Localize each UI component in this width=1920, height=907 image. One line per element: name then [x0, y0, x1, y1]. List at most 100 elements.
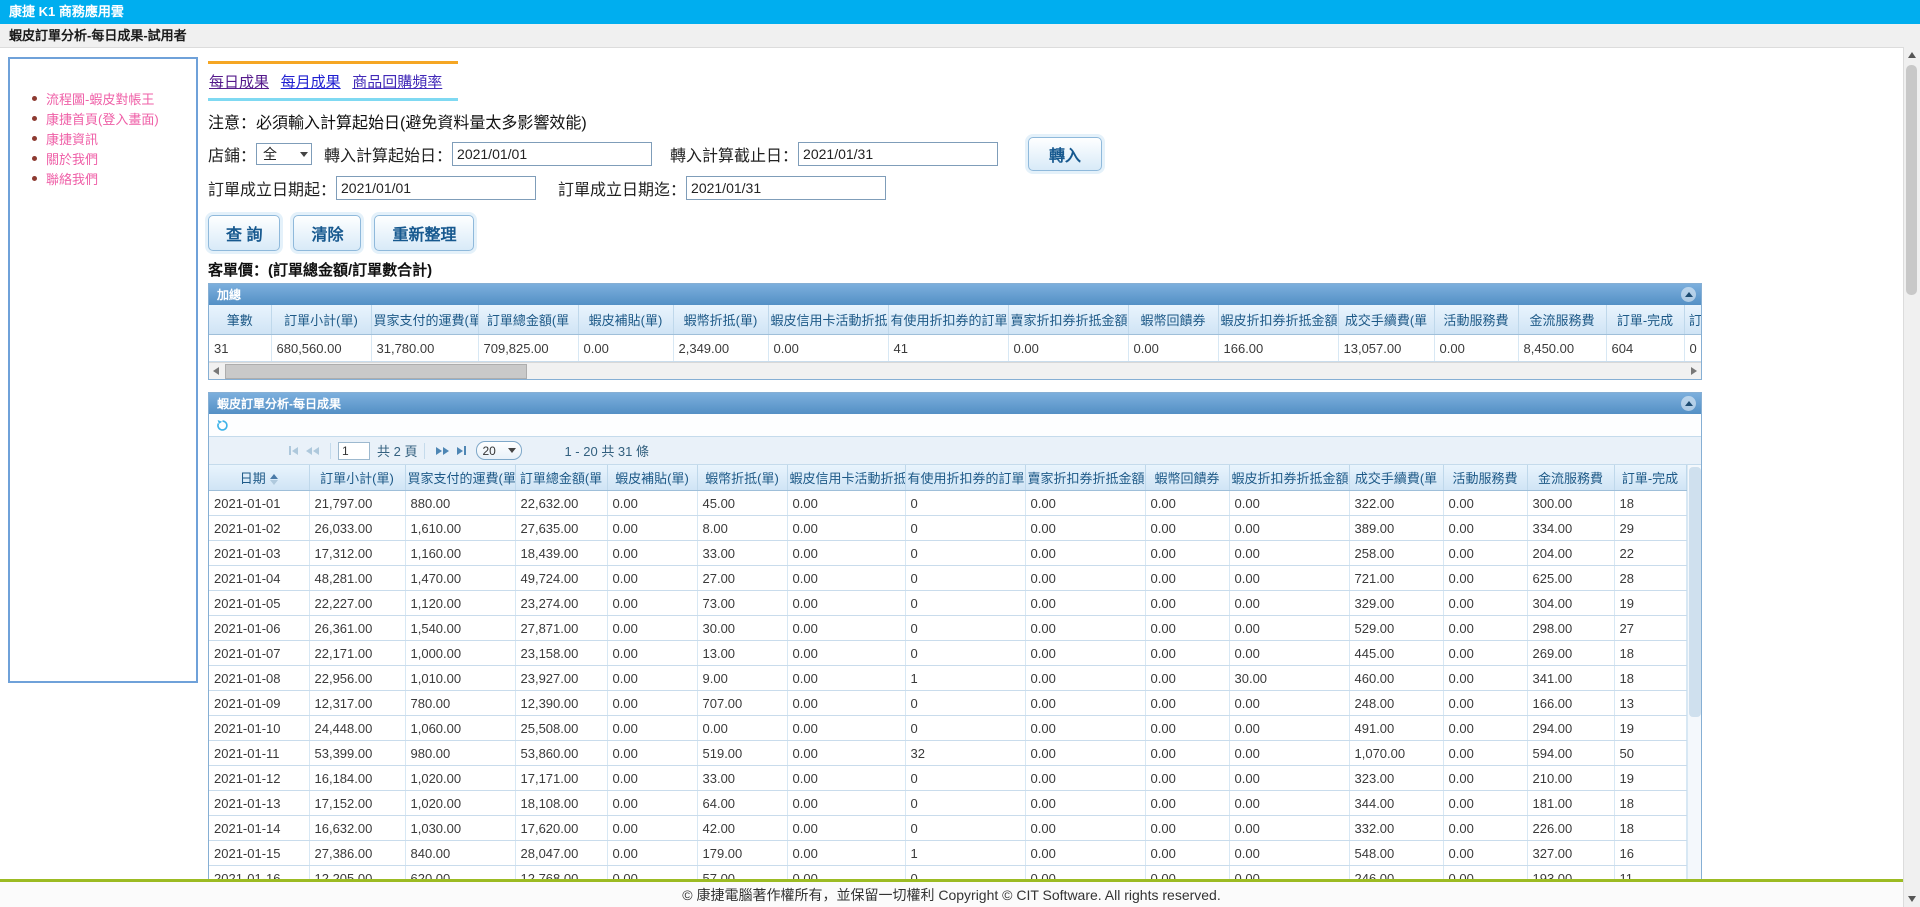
scrollbar-thumb[interactable]: [1689, 467, 1701, 717]
cell: 0: [905, 716, 1025, 741]
column-header[interactable]: 有使用折扣券的訂單數: [905, 465, 1025, 491]
column-header[interactable]: 蝦皮信用卡活動折抵(單: [787, 465, 905, 491]
sidebar-item-flowchart[interactable]: 流程圖-蝦皮對帳王: [10, 88, 196, 108]
cell: 0.00: [1145, 716, 1229, 741]
table-row[interactable]: 2021-01-1416,632.001,030.0017,620.000.00…: [209, 816, 1686, 841]
column-header[interactable]: 活動服務費: [1434, 305, 1518, 335]
order-start-input[interactable]: [336, 176, 536, 200]
scroll-right-icon[interactable]: [1691, 367, 1697, 375]
clear-button[interactable]: 清除: [293, 215, 361, 251]
sidebar-item-info[interactable]: 康捷資訊: [10, 128, 196, 148]
sidebar-item-home[interactable]: 康捷首頁(登入畫面): [10, 108, 196, 128]
cell: 0.00: [1443, 566, 1527, 591]
scroll-up-icon[interactable]: [1908, 52, 1916, 58]
cell: 0.00: [1229, 741, 1349, 766]
page-size-select[interactable]: 20: [476, 441, 522, 460]
column-header[interactable]: 買家支付的運費(單: [405, 465, 515, 491]
cell: 0.00: [787, 541, 905, 566]
import-start-input[interactable]: [452, 142, 652, 166]
table-row[interactable]: 2021-01-0626,361.001,540.0027,871.000.00…: [209, 616, 1686, 641]
table-row[interactable]: 2021-01-0121,797.00880.0022,632.000.0045…: [209, 491, 1686, 516]
table-row[interactable]: 2021-01-1024,448.001,060.0025,508.000.00…: [209, 716, 1686, 741]
cell: 0.00: [1025, 641, 1145, 666]
next-page-button[interactable]: [436, 447, 449, 455]
column-header[interactable]: 賣家折扣券折抵金額(單: [1025, 465, 1145, 491]
scrollbar-thumb[interactable]: [1906, 65, 1917, 295]
column-header[interactable]: 成交手續費(單: [1338, 305, 1434, 335]
cell: 329.00: [1349, 591, 1443, 616]
query-button[interactable]: 查 詢: [208, 215, 280, 251]
table-row[interactable]: 31680,560.0031,780.00709,825.000.002,349…: [209, 335, 1701, 362]
order-end-input[interactable]: [686, 176, 886, 200]
scrollbar-thumb[interactable]: [225, 364, 527, 379]
collapse-button[interactable]: [1681, 396, 1696, 411]
column-header[interactable]: 蝦幣折抵(單): [697, 465, 787, 491]
page-number-input[interactable]: [338, 442, 370, 460]
column-header[interactable]: 金流服務費: [1518, 305, 1606, 335]
page-scrollbar[interactable]: [1903, 47, 1920, 907]
collapse-button[interactable]: [1681, 287, 1696, 302]
column-header[interactable]: 蝦皮信用卡活動折抵(單: [768, 305, 888, 335]
horizontal-scrollbar[interactable]: [209, 362, 1701, 379]
import-end-input[interactable]: [798, 142, 998, 166]
import-button[interactable]: 轉入: [1028, 137, 1102, 171]
last-page-button[interactable]: [457, 446, 466, 455]
cell: 1,470.00: [405, 566, 515, 591]
column-header[interactable]: 蝦皮補貼(單): [607, 465, 697, 491]
cell: 25,508.00: [515, 716, 607, 741]
column-header[interactable]: 筆數: [209, 305, 271, 335]
column-header[interactable]: 成交手續費(單: [1349, 465, 1443, 491]
shop-select[interactable]: 全: [256, 143, 312, 165]
table-row[interactable]: 2021-01-0912,317.00780.0012,390.000.0070…: [209, 691, 1686, 716]
table-row[interactable]: 2021-01-1317,152.001,020.0018,108.000.00…: [209, 791, 1686, 816]
table-row[interactable]: 2021-01-0822,956.001,010.0023,927.000.00…: [209, 666, 1686, 691]
cell: 0: [905, 516, 1025, 541]
table-row[interactable]: 2021-01-0226,033.001,610.0027,635.000.00…: [209, 516, 1686, 541]
column-header[interactable]: 賣家折扣券折抵金額(單: [1008, 305, 1128, 335]
prev-page-button[interactable]: [306, 447, 319, 455]
column-header[interactable]: 蝦皮折扣券折抵金額(單: [1218, 305, 1338, 335]
column-header[interactable]: 蝦皮補貼(單): [578, 305, 673, 335]
column-header[interactable]: 訂單總金額(單: [478, 305, 578, 335]
column-header[interactable]: 訂單小計(單): [271, 305, 371, 335]
column-header[interactable]: 蝦幣回饋券: [1145, 465, 1229, 491]
column-header[interactable]: 訂單總金額(單: [515, 465, 607, 491]
vertical-scrollbar[interactable]: [1687, 465, 1702, 891]
table-row[interactable]: 2021-01-0317,312.001,160.0018,439.000.00…: [209, 541, 1686, 566]
tab-monthly-results[interactable]: 每月成果: [281, 74, 341, 91]
table-row[interactable]: 2021-01-0722,171.001,000.0023,158.000.00…: [209, 641, 1686, 666]
first-page-button[interactable]: [289, 446, 298, 455]
column-header[interactable]: 蝦幣回饋券: [1128, 305, 1218, 335]
column-header[interactable]: 訂單-完成: [1614, 465, 1686, 491]
table-row[interactable]: 2021-01-0522,227.001,120.0023,274.000.00…: [209, 591, 1686, 616]
scroll-down-icon[interactable]: [1908, 896, 1916, 902]
column-header[interactable]: 訂單-: [1684, 305, 1701, 335]
cell: 0.00: [1443, 691, 1527, 716]
column-header[interactable]: 訂單-完成: [1606, 305, 1684, 335]
cell: 389.00: [1349, 516, 1443, 541]
reload-button[interactable]: 重新整理: [374, 215, 474, 251]
footer: © 康捷電腦著作權所有，並保留一切權利 Copyright © CIT Soft…: [0, 879, 1903, 907]
table-row[interactable]: 2021-01-1153,399.00980.0053,860.000.0051…: [209, 741, 1686, 766]
scroll-left-icon[interactable]: [213, 367, 219, 375]
column-header[interactable]: 訂單小計(單): [309, 465, 405, 491]
cell: 2,349.00: [673, 335, 768, 362]
tab-repurchase-frequency[interactable]: 商品回購頻率: [352, 74, 442, 91]
column-header[interactable]: 有使用折扣券的訂單數: [888, 305, 1008, 335]
table-row[interactable]: 2021-01-1216,184.001,020.0017,171.000.00…: [209, 766, 1686, 791]
cell: 28: [1614, 566, 1686, 591]
sidebar-item-about[interactable]: 關於我們: [10, 148, 196, 168]
table-row[interactable]: 2021-01-1527,386.00840.0028,047.000.0017…: [209, 841, 1686, 866]
table-row[interactable]: 2021-01-0448,281.001,470.0049,724.000.00…: [209, 566, 1686, 591]
cell: 1,160.00: [405, 541, 515, 566]
column-header[interactable]: 活動服務費: [1443, 465, 1527, 491]
column-header[interactable]: 蝦幣折抵(單): [673, 305, 768, 335]
refresh-icon[interactable]: [216, 419, 229, 432]
sidebar-item-contact[interactable]: 聯絡我們: [10, 168, 196, 188]
tab-daily-results[interactable]: 每日成果: [209, 74, 269, 91]
column-header[interactable]: 日期: [209, 465, 309, 491]
column-header[interactable]: 蝦皮折扣券折抵金額(單: [1229, 465, 1349, 491]
column-header[interactable]: 買家支付的運費(單: [371, 305, 478, 335]
column-header[interactable]: 金流服務費: [1527, 465, 1614, 491]
cell: 0: [905, 566, 1025, 591]
